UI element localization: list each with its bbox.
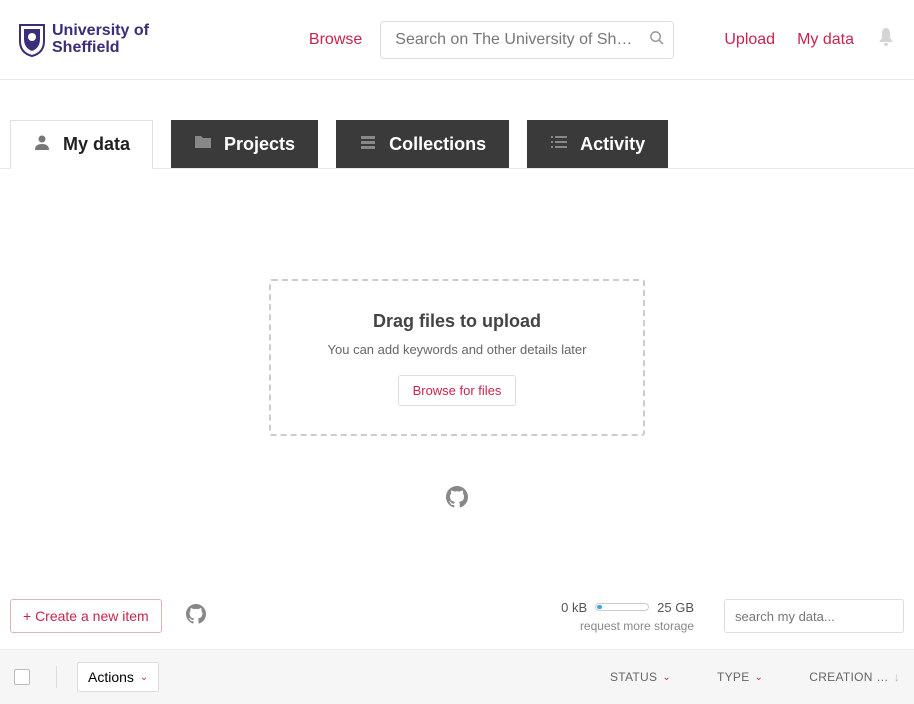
sort-arrow-icon: ↓ xyxy=(894,670,900,684)
actions-dropdown[interactable]: Actions ⌄ xyxy=(77,662,159,692)
storage-used: 0 kB xyxy=(561,600,587,615)
tab-label: My data xyxy=(63,134,130,155)
tab-label: Collections xyxy=(389,134,486,155)
mydata-link[interactable]: My data xyxy=(797,31,854,49)
dropzone[interactable]: Drag files to upload You can add keyword… xyxy=(269,279,645,436)
search-wrap xyxy=(380,21,674,59)
institution-line1: University of xyxy=(52,23,149,40)
search-icon[interactable] xyxy=(649,30,664,50)
dropzone-subtitle: You can add keywords and other details l… xyxy=(291,342,623,357)
chevron-down-icon: ⌄ xyxy=(755,672,764,683)
search-input[interactable] xyxy=(380,21,674,59)
filter-input[interactable] xyxy=(724,599,904,633)
toolbar: + Create a new item 0 kB 25 GB request m… xyxy=(0,599,914,649)
col-label: CREATION … xyxy=(809,670,888,684)
select-all-checkbox[interactable] xyxy=(14,669,30,685)
create-item-button[interactable]: + Create a new item xyxy=(10,599,162,633)
header-right: Upload My data xyxy=(724,26,896,53)
tab-label: Activity xyxy=(580,134,645,155)
request-storage-link[interactable]: request more storage xyxy=(580,619,694,633)
table-header: Actions ⌄ STATUS ⌄ TYPE ⌄ CREATION … ↓ xyxy=(0,649,914,704)
tab-label: Projects xyxy=(224,134,295,155)
col-status[interactable]: STATUS ⌄ xyxy=(610,670,671,684)
col-label: TYPE xyxy=(717,670,750,684)
column-headers: STATUS ⌄ TYPE ⌄ CREATION … ↓ xyxy=(610,670,900,684)
github-icon[interactable] xyxy=(446,486,468,513)
upload-area: Drag files to upload You can add keyword… xyxy=(0,169,914,513)
upload-link[interactable]: Upload xyxy=(724,31,775,49)
storage-total: 25 GB xyxy=(657,600,694,615)
stack-icon xyxy=(359,134,377,155)
tab-activity[interactable]: Activity xyxy=(527,120,668,168)
chevron-down-icon: ⌄ xyxy=(662,672,671,683)
folder-icon xyxy=(194,134,212,155)
dropzone-title: Drag files to upload xyxy=(291,311,623,332)
browse-link[interactable]: Browse xyxy=(309,31,362,49)
institution-name: University of Sheffield xyxy=(52,23,149,57)
chevron-down-icon: ⌄ xyxy=(140,672,148,683)
institution-logo[interactable]: University of Sheffield xyxy=(18,23,149,57)
browse-files-button[interactable]: Browse for files xyxy=(398,375,517,406)
github-icon-small[interactable] xyxy=(186,604,206,629)
storage-indicator: 0 kB 25 GB request more storage xyxy=(561,600,694,633)
tab-projects[interactable]: Projects xyxy=(171,120,318,168)
storage-meter xyxy=(595,603,649,611)
storage-row: 0 kB 25 GB xyxy=(561,600,694,615)
notifications-icon[interactable] xyxy=(876,26,896,53)
tab-collections[interactable]: Collections xyxy=(336,120,509,168)
shield-icon xyxy=(18,23,46,57)
col-label: STATUS xyxy=(610,670,657,684)
tab-mydata[interactable]: My data xyxy=(10,120,153,169)
list-icon xyxy=(550,134,568,155)
person-icon xyxy=(33,133,51,156)
tabs: My data Projects Collections Activity xyxy=(0,80,914,169)
institution-line2: Sheffield xyxy=(52,40,149,57)
filter-wrap xyxy=(724,599,904,633)
header: University of Sheffield Browse Upload My… xyxy=(0,0,914,80)
actions-label: Actions xyxy=(88,669,134,685)
col-creation[interactable]: CREATION … ↓ xyxy=(809,670,900,684)
col-type[interactable]: TYPE ⌄ xyxy=(717,670,763,684)
